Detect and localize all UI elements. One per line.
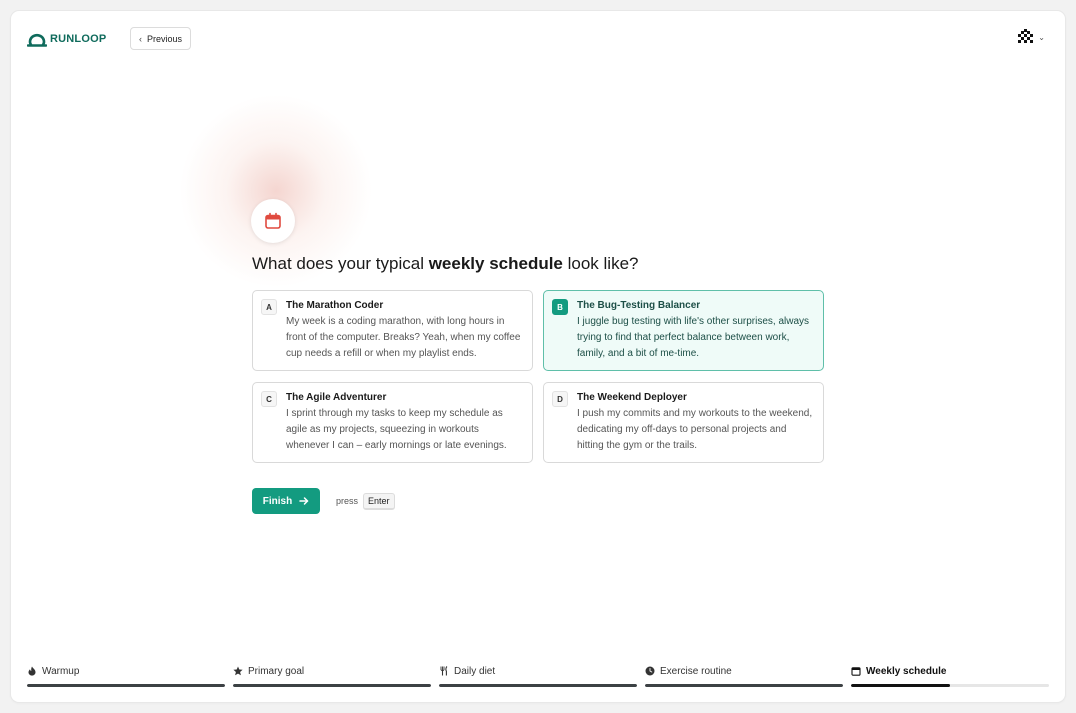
step-label: Primary goal bbox=[248, 665, 305, 677]
option-description: I sprint through my tasks to keep my sch… bbox=[286, 408, 507, 451]
previous-label: Previous bbox=[146, 33, 182, 44]
step-primary-goal[interactable]: Primary goal bbox=[233, 664, 431, 687]
answer-options: A The Marathon Coder My week is a coding… bbox=[252, 290, 824, 463]
keyboard-hint: press Enter bbox=[336, 492, 395, 510]
step-exercise-routine[interactable]: Exercise routine bbox=[645, 664, 843, 687]
step-label: Warmup bbox=[42, 665, 80, 677]
calendar-badge bbox=[251, 199, 295, 243]
finish-label: Finish bbox=[262, 495, 293, 507]
finish-button[interactable]: Finish bbox=[252, 488, 320, 514]
logo-text: RUNLOOP bbox=[50, 33, 107, 45]
step-progress bbox=[645, 684, 843, 687]
star-icon bbox=[233, 666, 243, 676]
utensils-icon bbox=[440, 666, 448, 676]
step-label: Daily diet bbox=[454, 665, 496, 677]
option-title: The Bug-Testing Balancer bbox=[577, 300, 701, 311]
option-key: A bbox=[261, 299, 277, 315]
step-daily-diet[interactable]: Daily diet bbox=[439, 664, 637, 687]
step-progress bbox=[851, 684, 950, 687]
calendar-icon bbox=[851, 667, 861, 676]
previous-button[interactable]: ‹ Previous bbox=[130, 27, 191, 50]
option-d[interactable]: D The Weekend Deployer I push my commits… bbox=[543, 382, 824, 463]
chevron-down-icon: ⌄ bbox=[1038, 32, 1045, 42]
option-key: D bbox=[552, 391, 568, 407]
option-a[interactable]: A The Marathon Coder My week is a coding… bbox=[252, 290, 533, 371]
enter-key: Enter bbox=[363, 492, 395, 510]
finish-row: Finish press Enter bbox=[252, 488, 395, 514]
runloop-logo[interactable]: RUNLOOP bbox=[27, 31, 106, 47]
question-title: What does your typical weekly schedule l… bbox=[252, 254, 639, 274]
step-label: Weekly schedule bbox=[866, 665, 947, 677]
chevron-left-icon: ‹ bbox=[138, 33, 142, 44]
step-progress bbox=[233, 684, 431, 687]
option-title: The Agile Adventurer bbox=[286, 392, 387, 403]
step-progress bbox=[27, 684, 225, 687]
arrow-right-icon bbox=[299, 497, 309, 505]
option-description: I push my commits and my workouts to the… bbox=[577, 408, 813, 451]
question-emphasis: weekly schedule bbox=[428, 254, 563, 273]
progress-steps: Warmup Primary goal Daily diet Exercise … bbox=[27, 664, 1049, 687]
onboarding-card: RUNLOOP ‹ Previous ⌄ What does your typi… bbox=[11, 11, 1065, 702]
option-key: B bbox=[552, 299, 568, 315]
avatar bbox=[1018, 29, 1034, 43]
question-suffix: look like? bbox=[562, 254, 639, 273]
step-progress bbox=[439, 684, 637, 687]
option-title: The Marathon Coder bbox=[286, 300, 384, 311]
step-warmup[interactable]: Warmup bbox=[27, 664, 225, 687]
calendar-icon bbox=[265, 212, 281, 229]
option-description: I juggle bug testing with life's other s… bbox=[577, 316, 810, 359]
clock-icon bbox=[645, 666, 655, 676]
option-description: My week is a coding marathon, with long … bbox=[286, 316, 521, 359]
option-c[interactable]: C The Agile Adventurer I sprint through … bbox=[252, 382, 533, 463]
step-weekly-schedule[interactable]: Weekly schedule bbox=[851, 664, 1049, 687]
option-b[interactable]: B The Bug-Testing Balancer I juggle bug … bbox=[543, 290, 824, 371]
option-title: The Weekend Deployer bbox=[577, 392, 687, 403]
hint-text: press bbox=[336, 496, 359, 506]
flame-icon bbox=[28, 666, 36, 676]
step-label: Exercise routine bbox=[660, 665, 732, 677]
user-menu[interactable]: ⌄ bbox=[1018, 29, 1045, 45]
option-key: C bbox=[261, 391, 277, 407]
runloop-logo-icon bbox=[27, 33, 47, 47]
question-prefix: What does your typical bbox=[252, 254, 429, 273]
